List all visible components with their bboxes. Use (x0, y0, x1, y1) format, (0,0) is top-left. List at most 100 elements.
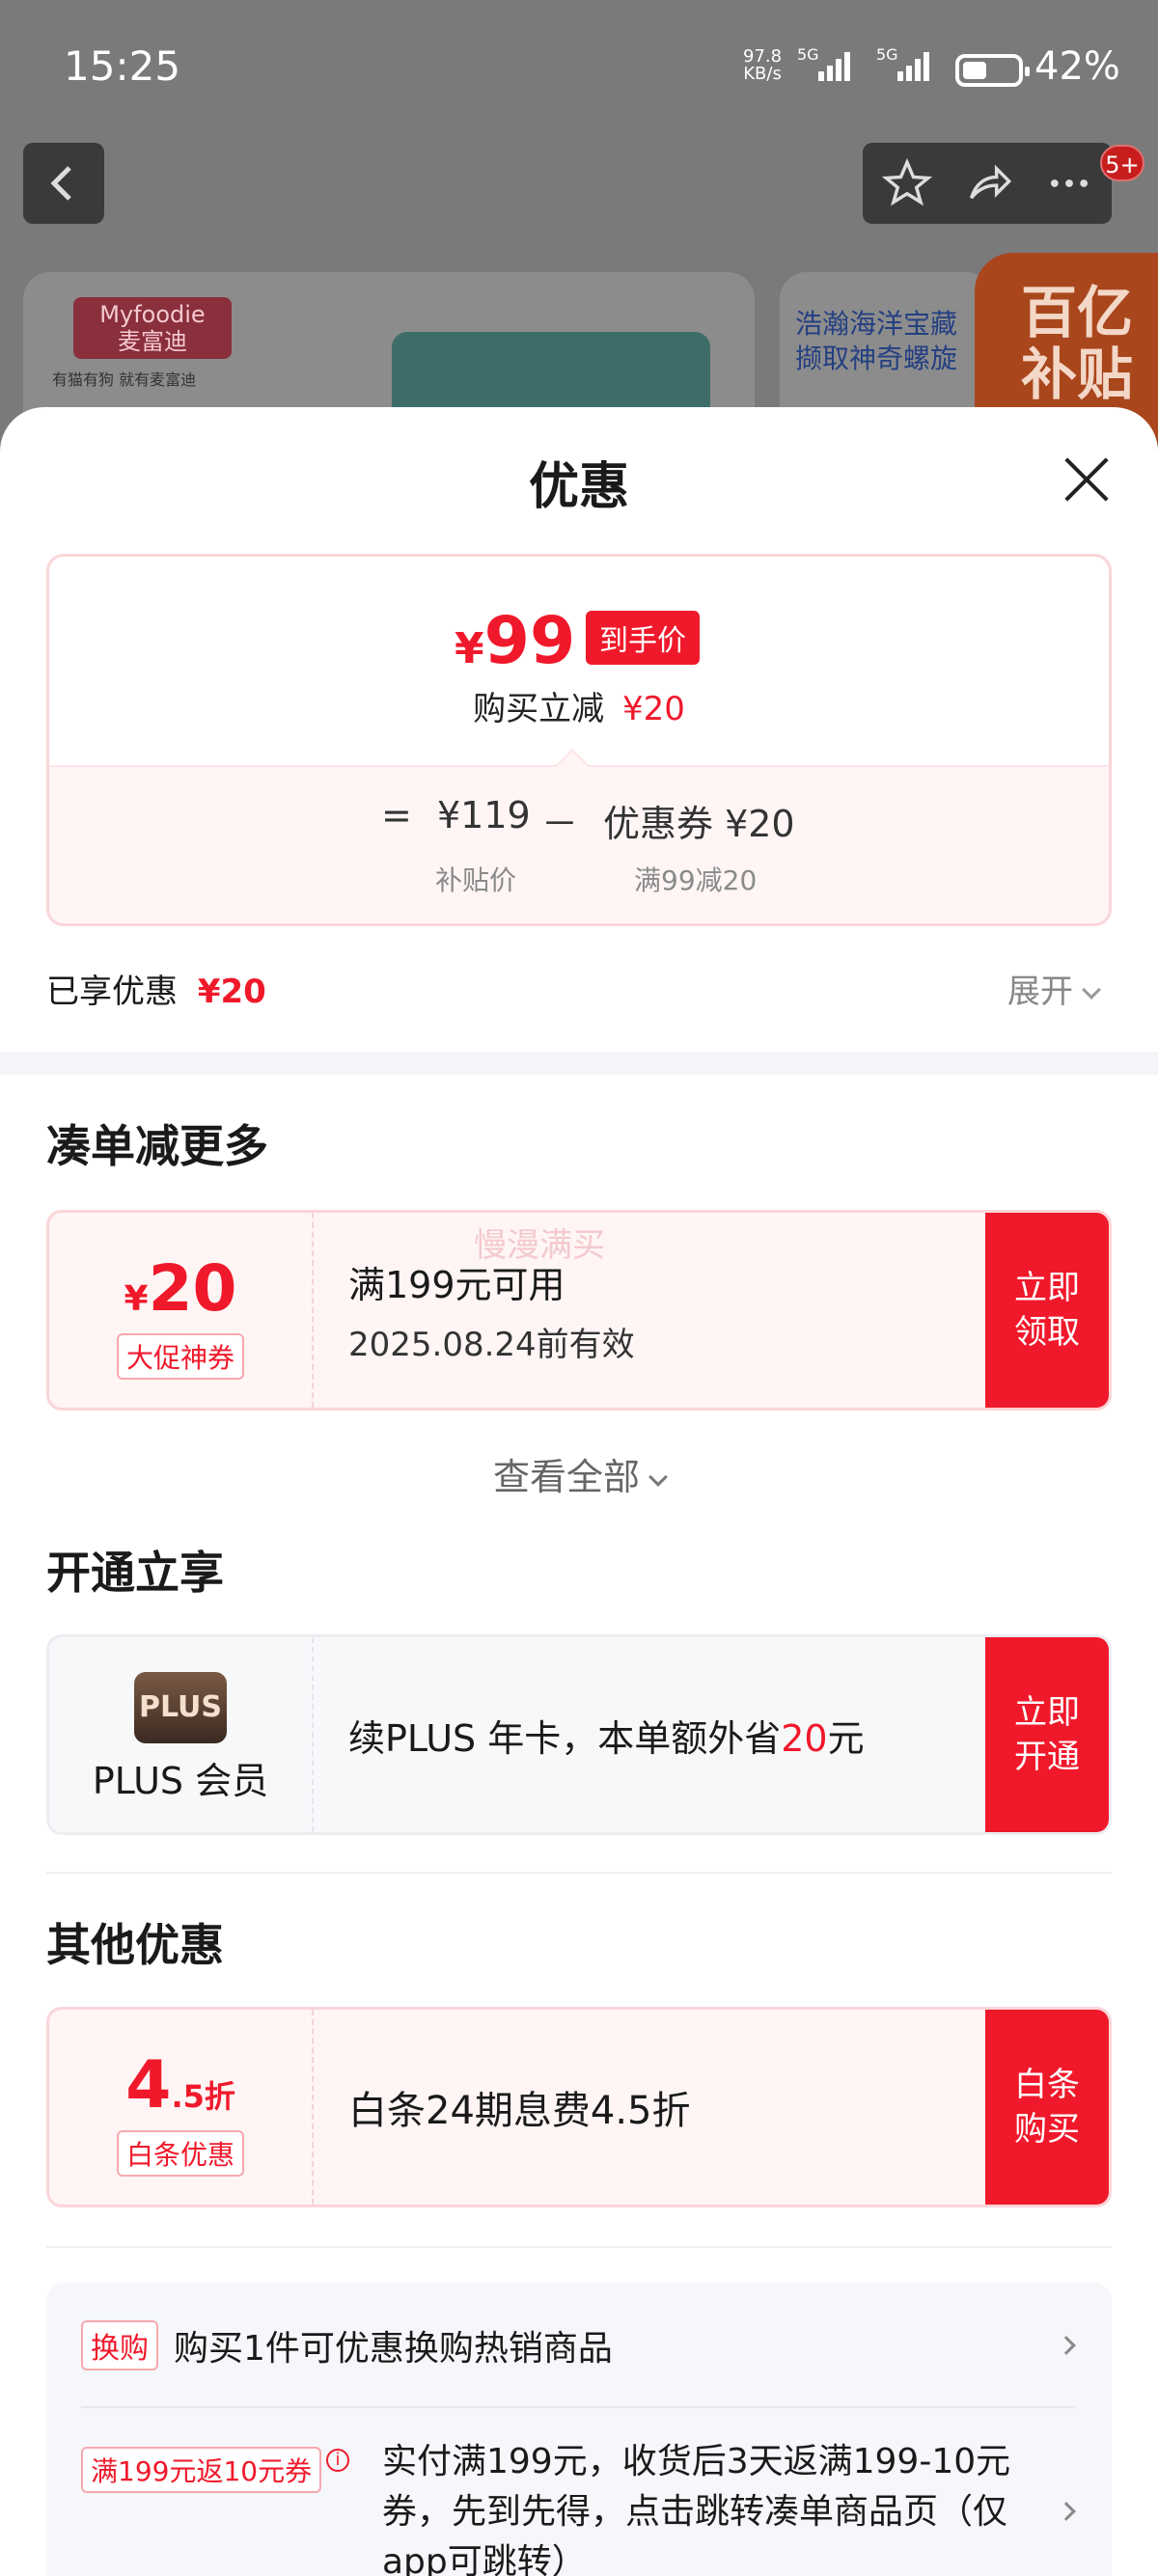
brand-slogan: 有猫有狗 就有麦富迪 (52, 370, 197, 389)
subsidy-note: 补贴价 (435, 864, 517, 896)
coupon-amount: ¥20 (49, 1255, 312, 1333)
chevron-down-icon (1082, 980, 1101, 1000)
expand-button[interactable]: 展开 (1007, 965, 1101, 1012)
price-breakdown: ¥99 到手价 购买立减 ¥20 = ¥119 － 优惠券 ¥20 补贴价 满9… (46, 554, 1112, 926)
share-icon[interactable] (963, 158, 1013, 208)
sim1-label: 5G (797, 46, 819, 64)
section-divider (0, 1052, 1158, 1075)
status-bar: 15:25 97.8 KB/s 5G 5G 42% (0, 0, 1158, 135)
enjoyed-label: 已享优惠 (46, 973, 178, 1011)
plus-desc: 续PLUS 年卡，本单额外省20元 (348, 1709, 865, 1762)
battery-icon (955, 54, 1030, 87)
coupon-validity: 2025.08.24前有效 (348, 1326, 635, 1364)
coupon-details: 满199元可用 2025.08.24前有效 (348, 1213, 635, 1408)
plus-icon: PLUS (134, 1672, 227, 1743)
discount-big: 4 (125, 2047, 172, 2124)
plus-member: PLUS PLUS 会员 (49, 1637, 314, 1832)
coupon-badge: 大促神券 (116, 1333, 244, 1380)
baitiao-badge: 白条优惠 (116, 2130, 244, 2177)
enjoyed-value: ¥20 (197, 973, 266, 1011)
expand-label: 展开 (1007, 973, 1073, 1011)
offer-text: 实付满199元，收货后3天返满199-10元券，先到先得，点击跳转凑单商品页（仅… (382, 2442, 1011, 2576)
coupon-card: ¥20 大促神券 慢漫满买 满199元可用 2025.08.24前有效 立即领取 (46, 1210, 1112, 1411)
brand-logo-text: Myfoodie (99, 301, 206, 328)
background-page: 15:25 97.8 KB/s 5G 5G 42% 5+ Myfoodie 麦富… (0, 0, 1158, 465)
close-icon[interactable] (1062, 455, 1110, 504)
divider-line (46, 2246, 1112, 2248)
discount-sheet: 优惠 ¥99 到手价 购买立减 ¥20 = ¥119 － 优惠券 ¥20 补贴价… (0, 407, 1158, 2576)
price-formula (49, 765, 1109, 923)
more-icon[interactable] (1044, 158, 1094, 208)
coupon-amount: 优惠券 ¥20 (603, 803, 795, 845)
banner-line-2: 补贴 (1021, 342, 1134, 407)
signal-icon: 5G (797, 46, 850, 81)
open-plus-button[interactable]: 立即开通 (985, 1637, 1109, 1832)
baitiao-card: 4.5折 白条优惠 白条24期息费4.5折 白条购买 (46, 2007, 1112, 2207)
plus-desc-before: 续PLUS 年卡，本单额外省 (348, 1716, 782, 1760)
net-speed-unit: KB/s (743, 64, 782, 84)
chevron-right-icon[interactable] (1057, 2502, 1076, 2521)
final-price: ¥99 (455, 603, 575, 679)
signal-icon: 5G (876, 46, 929, 81)
baitiao-discount: 4.5折 白条优惠 (49, 2010, 314, 2205)
net-speed: 97.8 KB/s (743, 48, 782, 83)
reduce-line: 购买立减 ¥20 (49, 682, 1109, 729)
offer-row-exchange[interactable]: 换购 购买1件可优惠换购热销商品 (81, 2320, 613, 2370)
divider-line (46, 1872, 1112, 1874)
extra-offers-panel: 换购 购买1件可优惠换购热销商品 满199元返10元券 i 实付满199元，收货… (46, 2283, 1112, 2576)
plus-member-label: PLUS 会员 (92, 1760, 269, 1802)
claim-coupon-label: 立即领取 (1014, 1269, 1080, 1352)
back-button[interactable] (23, 143, 104, 224)
section-title-other: 其他优惠 (46, 1919, 224, 1971)
coupon-note: 满99减20 (634, 864, 758, 896)
top-actions (863, 143, 1112, 224)
sim2-label: 5G (876, 46, 898, 64)
banner-line-1: 百亿 (1021, 280, 1134, 345)
equals-sign: = (381, 794, 412, 836)
open-plus-label: 立即开通 (1014, 1693, 1080, 1776)
baitiao-buy-button[interactable]: 白条购买 (985, 2010, 1109, 2205)
plus-desc-after: 元 (827, 1716, 865, 1760)
offer-tag: 满199元返10元券 (81, 2447, 322, 2493)
chevron-down-icon (648, 1467, 668, 1487)
subsidy-price: ¥119 (437, 794, 531, 836)
sheet-title: 优惠 (528, 458, 629, 516)
final-price-tag: 到手价 (586, 611, 700, 665)
reduce-value: ¥20 (621, 690, 685, 728)
plus-desc-amount: 20 (781, 1716, 828, 1760)
price-value: 99 (483, 603, 576, 679)
chevron-right-icon[interactable] (1057, 2336, 1076, 2355)
chevron-left-icon (50, 166, 71, 201)
promo-text: 浩瀚海洋宝藏 撷取神奇螺旋 (795, 307, 957, 376)
promo-line-2: 撷取神奇螺旋 (795, 343, 958, 374)
view-all-label: 查看全部 (492, 1456, 640, 1498)
coupon-amount-value: 20 (148, 1251, 237, 1326)
plus-card: PLUS PLUS 会员 续PLUS 年卡，本单额外省20元 立即开通 (46, 1634, 1112, 1835)
claim-coupon-button[interactable]: 立即领取 (985, 1213, 1109, 1408)
enjoyed-discount: 已享优惠 ¥20 (46, 965, 266, 1012)
discount-small: .5折 (171, 2078, 235, 2115)
price-symbol: ¥ (455, 624, 484, 673)
reduce-label: 购买立减 (473, 690, 605, 728)
section-title-more: 凑单减更多 (46, 1120, 268, 1172)
notification-badge: 5+ (1100, 145, 1144, 181)
coupon-symbol: ¥ (124, 1279, 149, 1319)
battery-percent: 42% (1034, 44, 1120, 89)
plus-details: 续PLUS 年卡，本单额外省20元 (348, 1637, 865, 1832)
minus-sign: － (541, 803, 579, 845)
coupon-value: ¥20 大促神券 (49, 1213, 314, 1408)
coupon-condition: 满199元可用 (348, 1264, 565, 1306)
view-all-button[interactable]: 查看全部 (0, 1447, 1158, 1500)
section-title-plus: 开通立享 (46, 1547, 224, 1599)
promo-line-1: 浩瀚海洋宝藏 (795, 308, 958, 340)
row-divider (81, 2406, 1075, 2408)
brand-logo: Myfoodie 麦富迪 (73, 297, 232, 359)
star-icon[interactable] (882, 158, 932, 208)
plus-icon-wrap: PLUS (49, 1672, 312, 1743)
info-icon[interactable]: i (326, 2449, 349, 2472)
offer-tag: 换购 (81, 2320, 158, 2370)
status-time: 15:25 (64, 42, 181, 90)
brand-logo-sub: 麦富迪 (118, 328, 187, 355)
price-summary: ¥99 到手价 购买立减 ¥20 (49, 557, 1109, 765)
baitiao-desc: 白条24期息费4.5折 (348, 2089, 691, 2133)
